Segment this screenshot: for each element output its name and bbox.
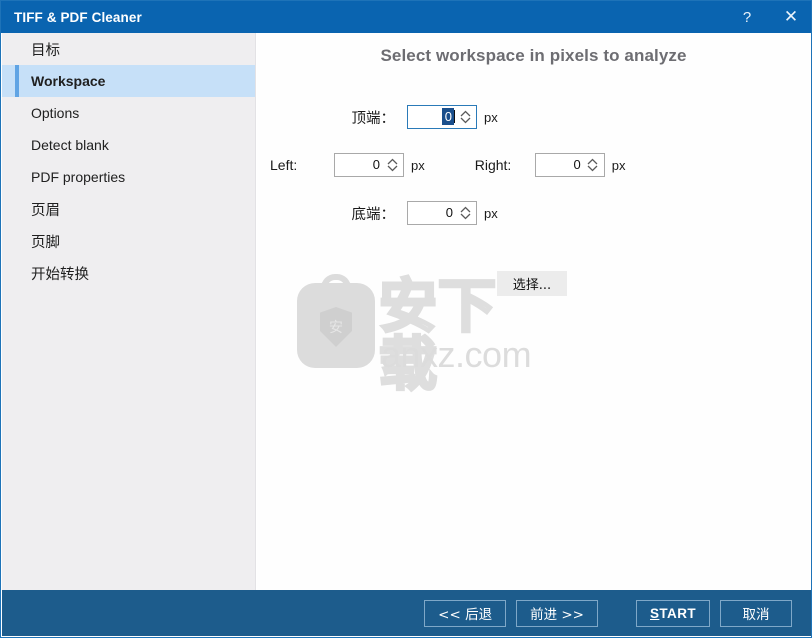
right-margin-value[interactable]: 0 <box>536 154 585 176</box>
sidebar-item-header[interactable]: 页眉 <box>2 193 255 225</box>
sidebar-item-label: 目标 <box>31 42 60 59</box>
start-label-rest: TART <box>659 605 696 621</box>
watermark-brand-url: anxz.com <box>381 334 532 375</box>
top-margin-unit: px <box>484 109 498 125</box>
top-margin-label: 顶端： <box>351 110 396 127</box>
left-margin-stepper[interactable]: 0 <box>334 153 404 177</box>
page-title: Select workspace in pixels to analyze <box>380 46 687 65</box>
top-margin-row: 顶端： 0 px <box>327 105 498 129</box>
next-button[interactable]: 前进 >> <box>516 599 598 627</box>
sidebar-item-label: Workspace <box>31 73 106 89</box>
sidebar-item-label: Options <box>31 105 80 121</box>
back-button[interactable]: << 后退 <box>424 599 507 627</box>
bottom-margin-unit: px <box>484 205 498 221</box>
sidebar-item-options[interactable]: Options <box>2 97 255 129</box>
left-right-margin-row: Left: 0 px Right: 0 px <box>270 153 625 177</box>
bottom-margin-label: 底端： <box>351 206 396 223</box>
sidebar-item-pdf-properties[interactable]: PDF properties <box>2 161 255 193</box>
sidebar-item-label: Detect blank <box>31 137 109 153</box>
bottom-margin-value[interactable]: 0 <box>408 202 457 224</box>
cancel-button[interactable]: 取消 <box>720 599 792 627</box>
sidebar-item-label: 页眉 <box>31 202 60 219</box>
top-margin-value-display[interactable]: 0 <box>408 106 457 128</box>
watermark-shield-icon: 安 <box>320 307 352 347</box>
start-button[interactable]: S TART <box>636 599 710 627</box>
sidebar-item-label: 页脚 <box>31 234 60 251</box>
top-margin-spin-arrows[interactable] <box>457 106 473 128</box>
top-margin-value: 0 <box>441 108 454 125</box>
close-icon[interactable]: ✕ <box>769 1 811 33</box>
watermark-bag-handle <box>321 274 351 296</box>
right-margin-unit: px <box>611 157 626 173</box>
site-watermark: 安 安下载 anxz.com <box>297 274 532 395</box>
bottom-margin-row: 底端： 0 px <box>327 201 498 225</box>
title-bar: TIFF & PDF Cleaner ? ✕ <box>1 1 811 33</box>
bottom-margin-spin-arrows[interactable] <box>457 202 473 224</box>
footer-bar: << 后退 前进 >> S TART 取消 <box>2 590 811 636</box>
sidebar-item-workspace[interactable]: Workspace <box>2 65 255 97</box>
right-margin-spin-arrows[interactable] <box>585 154 601 176</box>
sidebar-item-target[interactable]: 目标 <box>2 33 255 65</box>
right-margin-label: Right: <box>474 157 512 173</box>
sidebar-item-detect-blank[interactable]: Detect blank <box>2 129 255 161</box>
top-margin-stepper[interactable]: 0 <box>407 105 477 129</box>
left-margin-value[interactable]: 0 <box>335 154 384 176</box>
left-margin-spin-arrows[interactable] <box>384 154 400 176</box>
bottom-margin-stepper[interactable]: 0 <box>407 201 477 225</box>
select-button[interactable]: 选择... <box>497 271 567 296</box>
chevron-up-icon <box>460 206 470 213</box>
sidebar: 目标 Workspace Options Detect blank PDF pr… <box>2 33 256 590</box>
watermark-bag-icon: 安 <box>297 274 375 368</box>
content-pane: Select workspace in pixels to analyze 顶端… <box>257 33 810 590</box>
chevron-down-icon <box>460 117 470 124</box>
chevron-down-icon <box>460 213 470 220</box>
sidebar-item-start-convert[interactable]: 开始转换 <box>2 257 255 289</box>
application-window: TIFF & PDF Cleaner ? ✕ 目标 Workspace Opti… <box>0 0 812 638</box>
chevron-up-icon <box>587 158 598 165</box>
sidebar-item-label: PDF properties <box>31 169 126 185</box>
window-title: TIFF & PDF Cleaner <box>14 9 142 25</box>
sidebar-item-footer[interactable]: 页脚 <box>2 225 255 257</box>
chevron-down-icon <box>587 165 598 172</box>
left-margin-label: Left: <box>270 157 298 173</box>
start-accelerator: S <box>650 605 660 621</box>
help-icon[interactable]: ? <box>725 1 769 33</box>
text-caret <box>454 110 455 123</box>
left-margin-unit: px <box>411 157 425 173</box>
chevron-down-icon <box>387 165 397 172</box>
chevron-up-icon <box>387 158 397 165</box>
sidebar-item-label: 开始转换 <box>31 266 89 283</box>
chevron-up-icon <box>460 110 470 117</box>
right-margin-stepper[interactable]: 0 <box>534 153 605 177</box>
